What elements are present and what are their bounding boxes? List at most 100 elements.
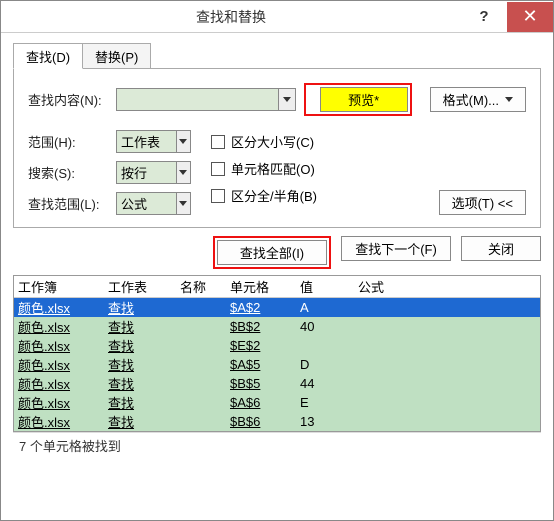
cell-sheet: 查找: [104, 297, 176, 318]
cell-sheet: 查找: [104, 373, 176, 394]
options-button[interactable]: 选项(T) <<: [439, 190, 526, 215]
cell-name: [176, 345, 226, 347]
cell-cell: $A$6: [226, 394, 296, 411]
cell-value: A: [296, 299, 354, 316]
cell-cell: $B$6: [226, 413, 296, 430]
cell-cell: $A$2: [226, 299, 296, 316]
table-row[interactable]: 颜色.xlsx查找 $B$240: [14, 317, 540, 336]
within-input[interactable]: [117, 131, 176, 152]
cell-formula: [354, 307, 540, 309]
titlebar: 查找和替换 ? ✕: [1, 1, 553, 33]
table-row[interactable]: 颜色.xlsx查找 $A$2A: [14, 298, 540, 317]
col-value[interactable]: 值: [296, 276, 354, 297]
find-all-button[interactable]: 查找全部(I): [217, 240, 327, 265]
chevron-down-icon[interactable]: [176, 162, 190, 183]
action-row: 查找全部(I) 查找下一个(F) 关闭: [13, 236, 541, 269]
format-button[interactable]: 格式(M)...: [430, 87, 526, 112]
col-name[interactable]: 名称: [176, 276, 226, 297]
col-sheet[interactable]: 工作表: [104, 276, 176, 297]
col-cell[interactable]: 单元格: [226, 276, 296, 297]
cell-sheet: 查找: [104, 354, 176, 375]
cell-name: [176, 307, 226, 309]
cell-name: [176, 402, 226, 404]
row-findwhat: 查找内容(N): 预览* 格式(M)...: [28, 83, 526, 116]
highlight-preview: 预览*: [304, 83, 412, 116]
cell-cell: $B$2: [226, 318, 296, 335]
lookin-input[interactable]: [117, 193, 176, 214]
cell-cell: $B$5: [226, 375, 296, 392]
tab-find[interactable]: 查找(D): [13, 43, 83, 69]
close-button[interactable]: ✕: [507, 2, 553, 32]
dialog-body: 查找(D) 替换(P) 查找内容(N): 预览* 格式(M)...: [1, 33, 553, 520]
cell-formula: [354, 364, 540, 366]
chevron-down-icon[interactable]: [176, 131, 190, 152]
label-within: 范围(H):: [28, 132, 108, 151]
find-input-combo[interactable]: [116, 88, 296, 111]
cell-sheet: 查找: [104, 335, 176, 356]
cell-value: E: [296, 394, 354, 411]
table-row[interactable]: 颜色.xlsx查找 $A$6E: [14, 393, 540, 412]
cell-value: 44: [296, 375, 354, 392]
cell-formula: [354, 383, 540, 385]
cell-book: 颜色.xlsx: [14, 354, 104, 375]
cell-cell: $E$2: [226, 337, 296, 354]
checkbox-icon: [211, 162, 225, 176]
table-row[interactable]: 颜色.xlsx查找 $A$5D: [14, 355, 540, 374]
check-case[interactable]: 区分大小写(C): [211, 132, 317, 151]
search-combo[interactable]: [116, 161, 191, 184]
cell-name: [176, 326, 226, 328]
find-next-button[interactable]: 查找下一个(F): [341, 236, 451, 261]
table-row[interactable]: 颜色.xlsx查找$E$2: [14, 336, 540, 355]
cell-value: [296, 345, 354, 347]
dialog-find-replace: 查找和替换 ? ✕ 查找(D) 替换(P) 查找内容(N): 预览* 格式(M)…: [0, 0, 554, 521]
options-area: 范围(H): 搜索(S): 查找范围(L: [28, 130, 526, 215]
status-bar: 7 个单元格被找到: [13, 432, 541, 458]
cell-value: 13: [296, 413, 354, 430]
chevron-down-icon[interactable]: [278, 89, 294, 110]
find-input[interactable]: [117, 89, 278, 110]
results-body: 颜色.xlsx查找$A$2A颜色.xlsx查找$B$240颜色.xlsx查找$E…: [14, 298, 540, 431]
cell-book: 颜色.xlsx: [14, 297, 104, 318]
find-pane: 查找内容(N): 预览* 格式(M)... 范围(H):: [13, 68, 541, 228]
cell-formula: [354, 402, 540, 404]
lookin-combo[interactable]: [116, 192, 191, 215]
chevron-down-icon: [505, 97, 513, 103]
col-formula[interactable]: 公式: [354, 276, 540, 297]
checkbox-icon: [211, 189, 225, 203]
close-dialog-button[interactable]: 关闭: [461, 236, 541, 261]
cell-value: 40: [296, 318, 354, 335]
chevron-down-icon[interactable]: [176, 193, 190, 214]
table-row[interactable]: 颜色.xlsx查找$B$613: [14, 412, 540, 431]
cell-sheet: 查找: [104, 392, 176, 413]
cell-book: 颜色.xlsx: [14, 392, 104, 413]
label-search: 搜索(S):: [28, 163, 108, 182]
cell-book: 颜色.xlsx: [14, 316, 104, 337]
cell-sheet: 查找: [104, 316, 176, 337]
within-combo[interactable]: [116, 130, 191, 153]
checkbox-icon: [211, 135, 225, 149]
cell-cell: $A$5: [226, 356, 296, 373]
cell-book: 颜色.xlsx: [14, 411, 104, 432]
col-book[interactable]: 工作簿: [14, 276, 104, 297]
cell-formula: [354, 326, 540, 328]
cell-book: 颜色.xlsx: [14, 373, 104, 394]
cell-formula: [354, 421, 540, 423]
options-right: 选项(T) <<: [439, 190, 526, 215]
cell-value: D: [296, 356, 354, 373]
cell-name: [176, 421, 226, 423]
highlight-findall: 查找全部(I): [213, 236, 331, 269]
search-input[interactable]: [117, 162, 176, 183]
help-button[interactable]: ?: [461, 2, 507, 32]
cell-name: [176, 383, 226, 385]
results-table: 工作簿 工作表 名称 单元格 值 公式 颜色.xlsx查找$A$2A颜色.xls…: [13, 275, 541, 432]
table-row[interactable]: 颜色.xlsx查找 $B$544: [14, 374, 540, 393]
options-mid: 区分大小写(C) 单元格匹配(O) 区分全/半角(B): [211, 130, 317, 215]
check-match[interactable]: 单元格匹配(O): [211, 159, 317, 178]
options-left: 范围(H): 搜索(S): 查找范围(L: [28, 130, 191, 215]
check-width[interactable]: 区分全/半角(B): [211, 186, 317, 205]
tabs: 查找(D) 替换(P): [13, 43, 541, 69]
tab-replace[interactable]: 替换(P): [82, 43, 151, 69]
window-title: 查找和替换: [1, 7, 461, 27]
results-header: 工作簿 工作表 名称 单元格 值 公式: [14, 276, 540, 298]
cell-formula: [354, 345, 540, 347]
